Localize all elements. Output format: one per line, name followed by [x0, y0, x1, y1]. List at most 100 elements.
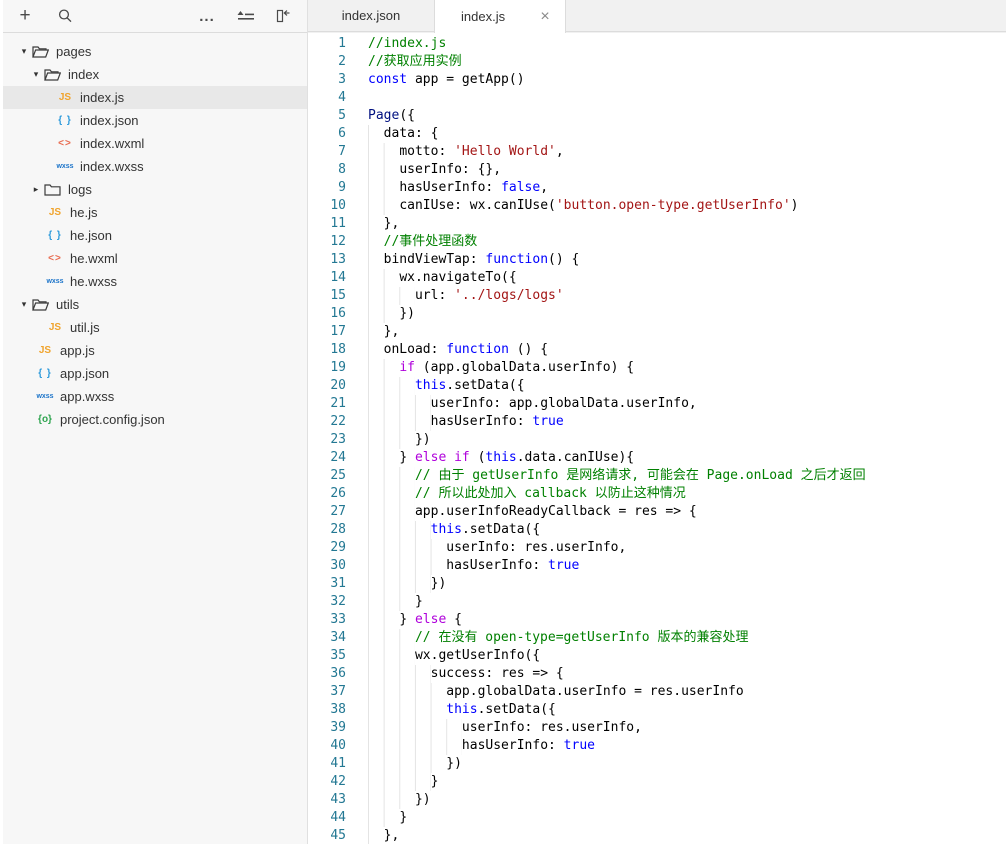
code-line[interactable]: 6 data: { — [308, 125, 1006, 143]
code-line[interactable]: 33 } else { — [308, 611, 1006, 629]
line-number: 3 — [308, 71, 360, 89]
tree-file-he.wxss[interactable]: wxsshe.wxss — [3, 270, 307, 293]
code-line[interactable]: 12 //事件处理函数 — [308, 233, 1006, 251]
code-line[interactable]: 44 } — [308, 809, 1006, 827]
line-number: 35 — [308, 647, 360, 665]
tree-file-index.wxss[interactable]: wxssindex.wxss — [3, 155, 307, 178]
chevron-down-icon[interactable]: ▾ — [30, 69, 42, 80]
code-line[interactable]: 35 wx.getUserInfo({ — [308, 647, 1006, 665]
tree-item-label: app.wxss — [60, 389, 114, 404]
code-line[interactable]: 41 }) — [308, 755, 1006, 773]
tree-folder-utils[interactable]: ▾utils — [3, 293, 307, 316]
code-line[interactable]: 25 // 由于 getUserInfo 是网络请求, 可能会在 Page.on… — [308, 467, 1006, 485]
code-line[interactable]: 38 this.setData({ — [308, 701, 1006, 719]
code-line[interactable]: 14 wx.navigateTo({ — [308, 269, 1006, 287]
code-line[interactable]: 5Page({ — [308, 107, 1006, 125]
code-line[interactable]: 19 if (app.globalData.userInfo) { — [308, 359, 1006, 377]
line-number: 25 — [308, 467, 360, 485]
code-editor[interactable]: 1//index.js2//获取应用实例3const app = getApp(… — [308, 33, 1006, 844]
more-icon[interactable]: ... — [197, 6, 217, 26]
code-line[interactable]: 37 app.globalData.userInfo = res.userInf… — [308, 683, 1006, 701]
code-line[interactable]: 3const app = getApp() — [308, 71, 1006, 89]
code-text: }) — [360, 431, 431, 449]
file-tree: ▾pages▾indexJSindex.js{ }index.json<>ind… — [3, 33, 307, 431]
code-line[interactable]: 23 }) — [308, 431, 1006, 449]
code-line[interactable]: 11 }, — [308, 215, 1006, 233]
code-line[interactable]: 7 motto: 'Hello World', — [308, 143, 1006, 161]
code-text: this.setData({ — [360, 377, 525, 395]
code-line[interactable]: 26 // 所以此处加入 callback 以防止这种情况 — [308, 485, 1006, 503]
tree-file-app.js[interactable]: JSapp.js — [3, 339, 307, 362]
wxml-file-icon: <> — [53, 138, 77, 149]
tree-file-app.json[interactable]: { }app.json — [3, 362, 307, 385]
add-file-icon[interactable]: + — [15, 6, 35, 26]
chevron-down-icon[interactable]: ▾ — [18, 46, 30, 57]
tree-item-label: pages — [56, 44, 91, 59]
code-line[interactable]: 9 hasUserInfo: false, — [308, 179, 1006, 197]
tab-index.js[interactable]: index.js× — [434, 0, 566, 33]
code-line[interactable]: 31 }) — [308, 575, 1006, 593]
code-line[interactable]: 22 hasUserInfo: true — [308, 413, 1006, 431]
code-line[interactable]: 1//index.js — [308, 35, 1006, 53]
code-line[interactable]: 10 canIUse: wx.canIUse('button.open-type… — [308, 197, 1006, 215]
tree-file-he.wxml[interactable]: <>he.wxml — [3, 247, 307, 270]
tree-item-label: index.js — [80, 90, 124, 105]
code-line[interactable]: 17 }, — [308, 323, 1006, 341]
code-line[interactable]: 43 }) — [308, 791, 1006, 809]
code-line[interactable]: 24 } else if (this.data.canIUse){ — [308, 449, 1006, 467]
code-line[interactable]: 32 } — [308, 593, 1006, 611]
search-icon[interactable] — [55, 6, 75, 26]
code-line[interactable]: 20 this.setData({ — [308, 377, 1006, 395]
code-line[interactable]: 29 userInfo: res.userInfo, — [308, 539, 1006, 557]
code-text: this.setData({ — [360, 521, 540, 539]
line-number: 33 — [308, 611, 360, 629]
tree-item-label: logs — [68, 182, 92, 197]
code-line[interactable]: 45 }, — [308, 827, 1006, 844]
tree-folder-pages[interactable]: ▾ pages — [3, 40, 307, 63]
collapse-all-icon[interactable] — [235, 6, 255, 26]
tree-file-he.js[interactable]: JShe.js — [3, 201, 307, 224]
tree-item-label: app.js — [60, 343, 95, 358]
line-number: 1 — [308, 35, 360, 53]
code-line[interactable]: 16 }) — [308, 305, 1006, 323]
line-number: 9 — [308, 179, 360, 197]
chevron-down-icon[interactable]: ▾ — [18, 299, 30, 310]
tree-folder-logs[interactable]: ▸ logs — [3, 178, 307, 201]
code-line[interactable]: 18 onLoad: function () { — [308, 341, 1006, 359]
tab-close-icon[interactable]: × — [537, 8, 553, 26]
line-number: 4 — [308, 89, 360, 107]
tree-folder-index[interactable]: ▾index — [3, 63, 307, 86]
code-line[interactable]: 13 bindViewTap: function() { — [308, 251, 1006, 269]
code-line[interactable]: 27 app.userInfoReadyCallback = res => { — [308, 503, 1006, 521]
code-text: if (app.globalData.userInfo) { — [360, 359, 634, 377]
code-line[interactable]: 2//获取应用实例 — [308, 53, 1006, 71]
tree-file-index.js[interactable]: JSindex.js — [3, 86, 307, 109]
js-file-icon: JS — [53, 92, 77, 103]
tree-file-project.config.json[interactable]: {o}project.config.json — [3, 408, 307, 431]
tab-index.json[interactable]: index.json — [308, 0, 434, 32]
code-text: // 由于 getUserInfo 是网络请求, 可能会在 Page.onLoa… — [360, 467, 866, 485]
code-line[interactable]: 39 userInfo: res.userInfo, — [308, 719, 1006, 737]
line-number: 20 — [308, 377, 360, 395]
code-line[interactable]: 28 this.setData({ — [308, 521, 1006, 539]
code-line[interactable]: 34 // 在没有 open-type=getUserInfo 版本的兼容处理 — [308, 629, 1006, 647]
toggle-sidebar-icon[interactable] — [273, 6, 293, 26]
tree-file-index.json[interactable]: { }index.json — [3, 109, 307, 132]
code-text: }) — [360, 791, 431, 809]
code-line[interactable]: 40 hasUserInfo: true — [308, 737, 1006, 755]
code-text: canIUse: wx.canIUse('button.open-type.ge… — [360, 197, 799, 215]
chevron-right-icon[interactable]: ▸ — [30, 184, 42, 195]
tree-file-util.js[interactable]: JSutil.js — [3, 316, 307, 339]
tree-file-app.wxss[interactable]: wxssapp.wxss — [3, 385, 307, 408]
tree-file-he.json[interactable]: { }he.json — [3, 224, 307, 247]
code-line[interactable]: 30 hasUserInfo: true — [308, 557, 1006, 575]
tree-file-index.wxml[interactable]: <>index.wxml — [3, 132, 307, 155]
code-line[interactable]: 42 } — [308, 773, 1006, 791]
code-text: }) — [360, 305, 415, 323]
line-number: 43 — [308, 791, 360, 809]
code-line[interactable]: 21 userInfo: app.globalData.userInfo, — [308, 395, 1006, 413]
code-line[interactable]: 8 userInfo: {}, — [308, 161, 1006, 179]
code-line[interactable]: 36 success: res => { — [308, 665, 1006, 683]
code-line[interactable]: 4 — [308, 89, 1006, 107]
code-line[interactable]: 15 url: '../logs/logs' — [308, 287, 1006, 305]
